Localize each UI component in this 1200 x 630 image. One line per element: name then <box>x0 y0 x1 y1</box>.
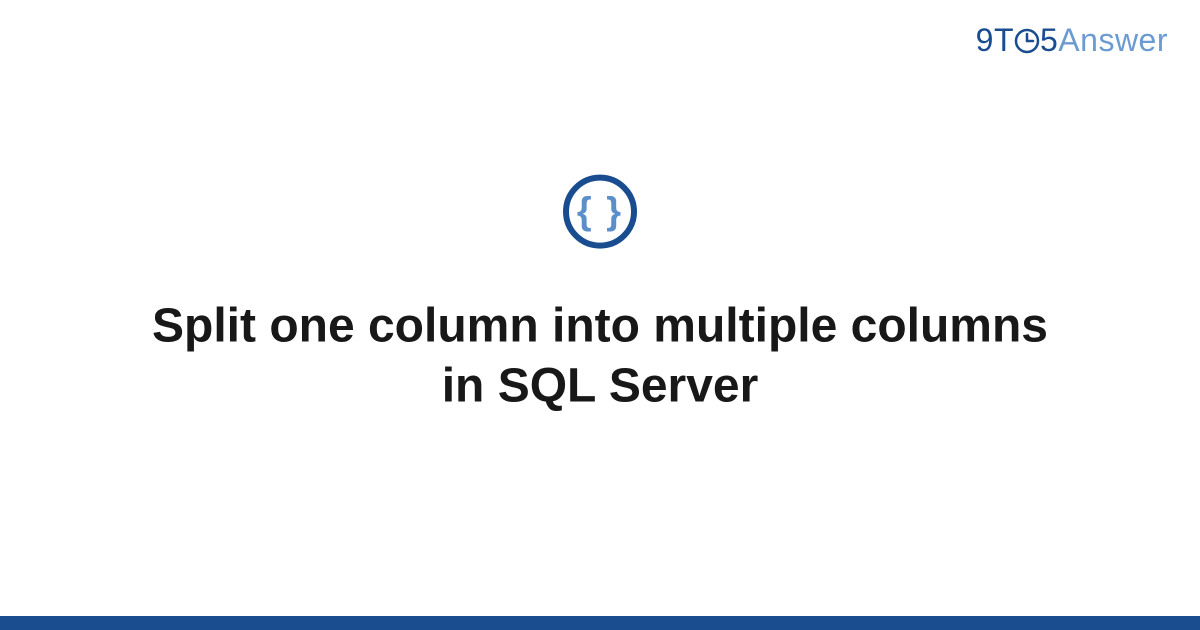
logo-middle: 5 <box>1040 22 1058 58</box>
code-braces-icon: { } <box>563 175 637 249</box>
main-content: { } Split one column into multiple colum… <box>0 175 1200 417</box>
site-logo: 9T 5Answer <box>976 22 1168 59</box>
page-title: Split one column into multiple columns i… <box>140 297 1060 417</box>
clock-icon <box>1014 25 1040 62</box>
footer-accent-bar <box>0 616 1200 630</box>
braces-glyph: { } <box>577 193 623 231</box>
logo-prefix: 9T <box>976 22 1014 58</box>
logo-suffix: Answer <box>1058 22 1168 58</box>
